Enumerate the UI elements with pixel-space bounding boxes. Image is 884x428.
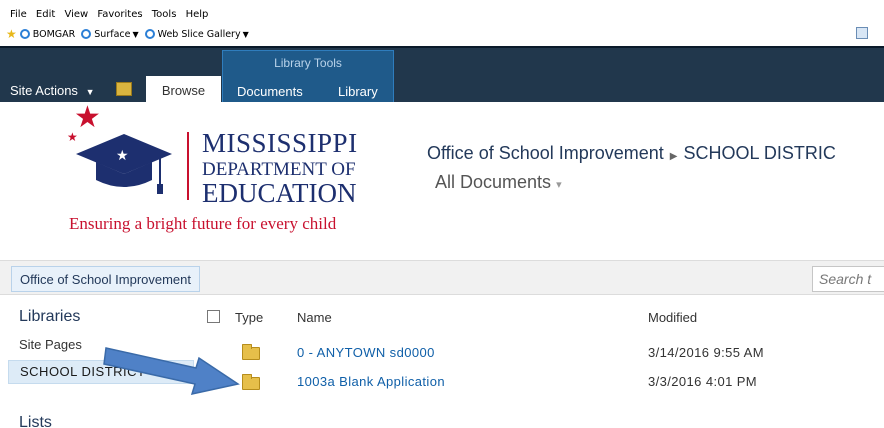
breadcrumb-current[interactable]: SCHOOL DISTRIC: [683, 143, 835, 163]
favorite-surface[interactable]: Surface ▼: [81, 28, 139, 40]
column-header-type[interactable]: Type: [235, 310, 263, 325]
ie-icon: [19, 29, 30, 39]
logo-tagline: Ensuring a bright future for every child: [69, 214, 337, 233]
table-row-modified: 3/3/2016 4:01 PM: [648, 374, 758, 389]
chevron-down-icon: ▼: [132, 29, 139, 39]
breadcrumb-arrow-icon: ▶: [669, 151, 678, 162]
favorite-web-slice-gallery[interactable]: Web Slice Gallery ▼: [144, 28, 249, 40]
tab-browse[interactable]: Browse: [146, 76, 221, 104]
column-header-name[interactable]: Name: [297, 310, 332, 325]
annotation-arrow-icon: [103, 347, 240, 396]
logo-divider: [187, 132, 189, 200]
favorites-star-icon[interactable]: ★: [6, 27, 17, 41]
favorites-bar: ★ BOMGAR Surface ▼ Web Slice Gallery ▼: [0, 22, 884, 46]
site-actions-menu[interactable]: Site Actions ▼: [10, 83, 94, 98]
page-title-breadcrumb: Office of School Improvement ▶ SCHOOL DIST…: [427, 143, 836, 164]
chevron-down-icon: ▼: [85, 87, 95, 97]
search-input[interactable]: Search t: [812, 266, 884, 292]
top-link-bar: Office of School Improvement Search t: [0, 260, 884, 295]
tab-documents[interactable]: Documents: [237, 84, 303, 99]
breadcrumb-site-link[interactable]: Office of School Improvement: [427, 143, 664, 163]
star-icon: ★: [74, 101, 101, 134]
ribbon: Site Actions ▼ Browse Library Tools Docu…: [0, 46, 884, 104]
logo-line-1: MISSISSIPPI: [202, 128, 358, 158]
favorite-label: BOMGAR: [32, 28, 76, 40]
menu-file[interactable]: File: [10, 9, 27, 20]
ie-icon: [144, 29, 155, 39]
logo-line-3: EDUCATION: [202, 178, 357, 208]
quick-launch-libraries-heading[interactable]: Libraries: [19, 308, 80, 326]
menu-help[interactable]: Help: [186, 9, 209, 20]
menu-favorites[interactable]: Favorites: [97, 9, 142, 20]
table-row-name[interactable]: 1003a Blank Application: [297, 374, 445, 389]
menu-edit[interactable]: Edit: [36, 9, 55, 20]
chevron-down-icon: ▼: [242, 29, 249, 39]
graduation-cap-icon: ★: [76, 134, 172, 194]
view-selector[interactable]: All Documents ▾: [435, 172, 562, 193]
favorite-bomgar[interactable]: BOMGAR: [19, 28, 76, 40]
site-actions-label: Site Actions: [10, 83, 78, 98]
site-logo[interactable]: ★ ★ ★ MISSISSIPPI DEPARTMENT OF EDUCATIO…: [19, 101, 413, 247]
favorite-label: Surface: [94, 28, 131, 40]
view-label: All Documents: [435, 172, 552, 192]
favorite-label: Web Slice Gallery: [157, 28, 241, 40]
ie-menu-bar: File Edit View Favorites Tools Help: [0, 0, 884, 22]
svg-text:★: ★: [116, 148, 129, 164]
table-row-modified: 3/14/2016 9:55 AM: [648, 345, 764, 360]
column-header-modified[interactable]: Modified: [648, 310, 697, 325]
logo-line-2: DEPARTMENT OF: [202, 159, 356, 180]
ie-icon: [81, 29, 92, 39]
library-tools-group: Library Tools Documents Library: [222, 50, 394, 104]
table-row-name[interactable]: 0 - ANYTOWN sd0000: [297, 345, 435, 360]
quick-launch-site-pages[interactable]: Site Pages: [19, 337, 82, 352]
chevron-down-icon: ▾: [556, 179, 562, 191]
menu-view[interactable]: View: [64, 9, 88, 20]
quick-launch-lists-heading[interactable]: Lists: [19, 414, 52, 428]
top-link-office-of-school-improvement[interactable]: Office of School Improvement: [11, 266, 201, 292]
menu-tools[interactable]: Tools: [152, 9, 177, 20]
navigate-up-icon[interactable]: [116, 82, 132, 96]
tab-library[interactable]: Library: [338, 84, 378, 99]
logo-wordmark: MISSISSIPPI DEPARTMENT OF EDUCATION: [202, 130, 358, 207]
select-all-checkbox[interactable]: [207, 310, 220, 323]
library-tools-label: Library Tools: [274, 56, 342, 70]
home-icon[interactable]: [856, 27, 868, 39]
